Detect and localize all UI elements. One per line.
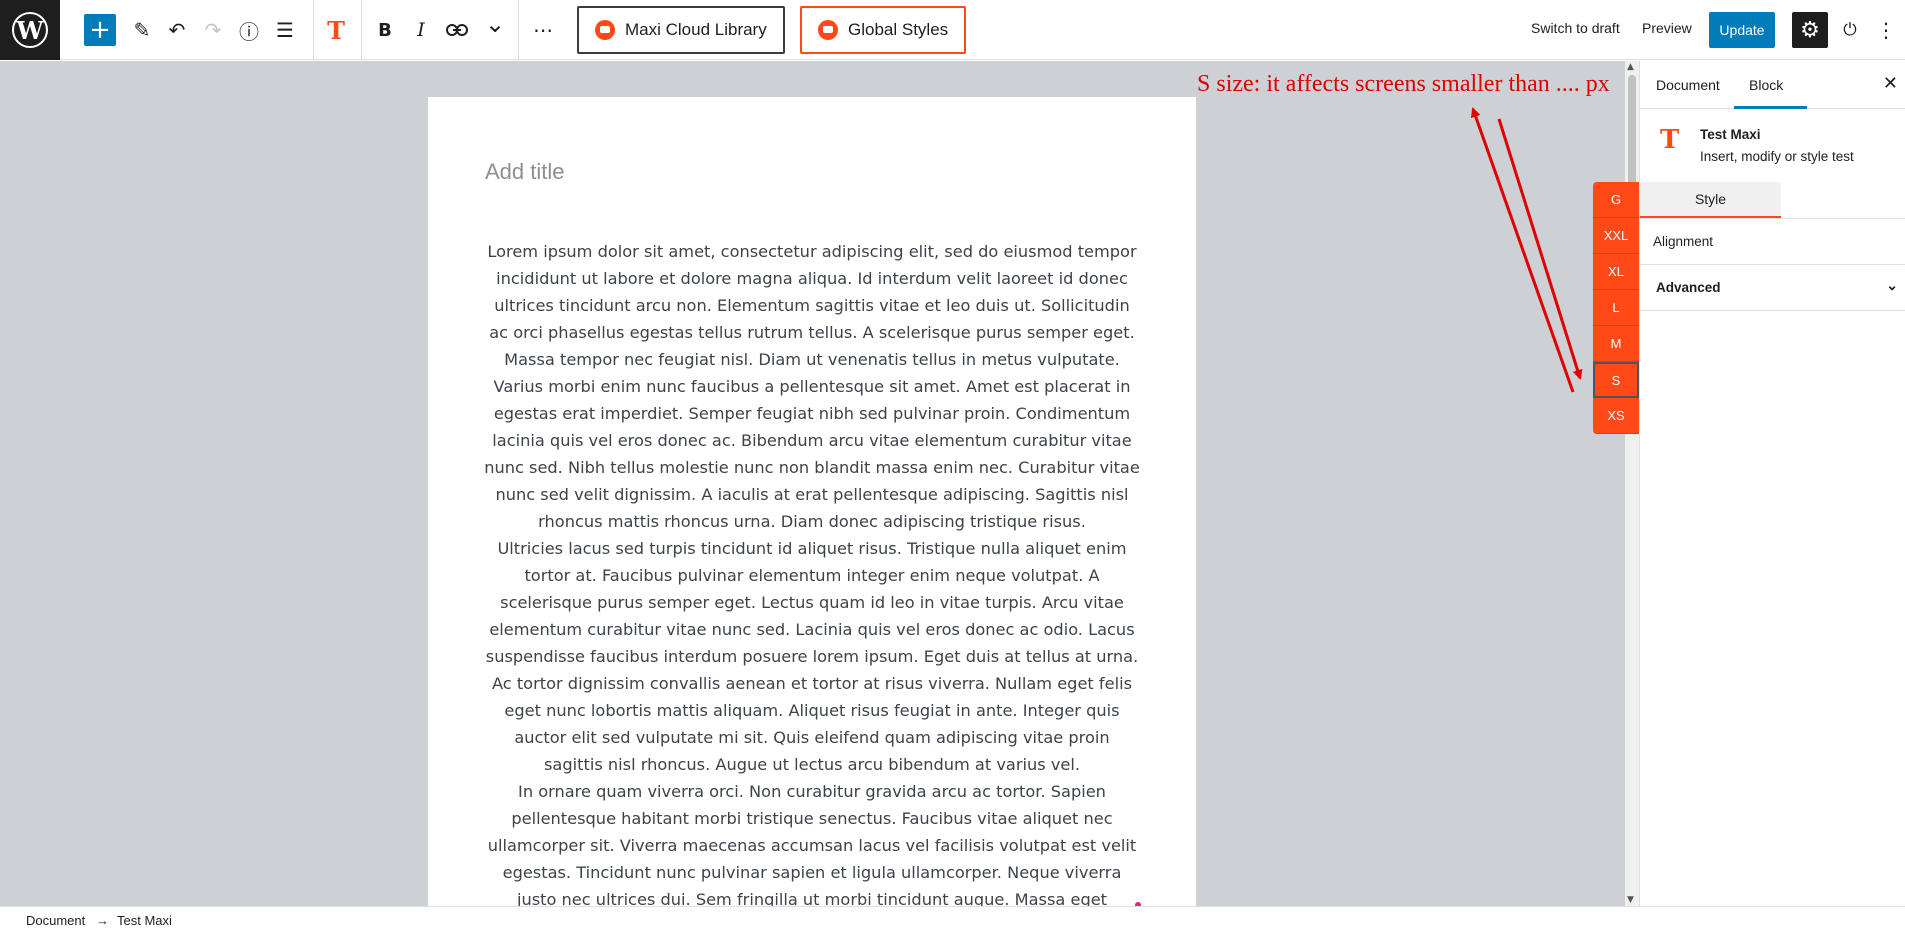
annotation-text: S size: it affects screens smaller than … [1197, 71, 1610, 97]
kebab-menu-icon[interactable]: ⋮ [1868, 12, 1904, 48]
toolbar-divider [313, 0, 314, 60]
tab-document[interactable]: Document [1656, 77, 1720, 93]
breadcrumb-separator: → [96, 913, 109, 928]
tab-style[interactable]: Style [1640, 182, 1781, 218]
breakpoint-tab-g[interactable]: G [1593, 182, 1639, 218]
maxi-cloud-library-label: Maxi Cloud Library [625, 20, 767, 39]
close-icon[interactable]: ✕ [1883, 73, 1898, 94]
scroll-up-arrow-icon[interactable]: ▲ [1627, 62, 1634, 72]
settings-gear-icon[interactable]: ⚙ [1792, 12, 1828, 48]
maxi-text-block-icon: T [1660, 125, 1680, 155]
advanced-label: Advanced [1656, 280, 1721, 295]
breakpoint-tab-l[interactable]: L [1593, 290, 1639, 326]
tools-edit-icon[interactable]: ✎ [124, 12, 160, 48]
block-description: Insert, modify or style test [1700, 149, 1854, 164]
editor-toolbar: W + ✎ ↶ ↷ ⓘ ☰ T B I ⌄ ⋯ Maxi Cloud Libra… [0, 0, 1905, 60]
paragraph-text: In ornare quam viverra orci. Non curabit… [487, 782, 1137, 906]
wordpress-icon: W [12, 12, 48, 48]
undo-icon[interactable]: ↶ [159, 12, 195, 48]
paragraph-text: Lorem ipsum dolor sit amet, consectetur … [484, 242, 1140, 531]
preview-button[interactable]: Preview [1642, 20, 1692, 36]
post-content-area: Add title Lorem ipsum dolor sit amet, co… [428, 97, 1196, 906]
breadcrumb-block[interactable]: Test Maxi [117, 913, 172, 928]
global-styles-button[interactable]: Global Styles [800, 6, 967, 54]
italic-button[interactable]: I [403, 12, 439, 48]
switch-to-draft-button[interactable]: Switch to draft [1531, 20, 1620, 36]
scroll-down-arrow-icon[interactable]: ▼ [1627, 895, 1634, 905]
maxi-cloud-library-button[interactable]: Maxi Cloud Library [577, 6, 785, 54]
breakpoint-tab-xs[interactable]: XS [1593, 398, 1639, 434]
block-breadcrumb: Document → Test Maxi [0, 906, 1905, 932]
add-block-button[interactable]: + [84, 14, 116, 46]
chevron-down-icon: ⌄ [1886, 277, 1898, 293]
alignment-panel[interactable]: Alignment [1640, 219, 1905, 265]
breakpoint-tab-s[interactable]: S [1593, 362, 1639, 398]
breakpoint-tab-m[interactable]: M [1593, 326, 1639, 362]
maxi-block-icon[interactable]: T [318, 12, 354, 48]
breakpoint-tab-xl[interactable]: XL [1593, 254, 1639, 290]
editor-canvas: Add title Lorem ipsum dolor sit amet, co… [0, 61, 1625, 906]
bold-button[interactable]: B [367, 12, 403, 48]
global-styles-label: Global Styles [848, 20, 949, 39]
sidebar-tabs: Document Block ✕ [1640, 61, 1905, 109]
list-view-icon[interactable]: ☰ [267, 12, 303, 48]
update-button[interactable]: Update [1709, 12, 1775, 48]
breadcrumb-document[interactable]: Document [26, 913, 85, 928]
advanced-panel-toggle[interactable]: Advanced ⌄ [1640, 265, 1905, 311]
text-maxi-block[interactable]: Lorem ipsum dolor sit amet, consectetur … [483, 238, 1141, 906]
tab-block-active-indicator [1734, 106, 1807, 109]
plugin-icon[interactable]: ⏻ [1832, 12, 1868, 48]
toolbar-divider [518, 0, 519, 60]
breakpoint-tab-xxl[interactable]: XXL [1593, 218, 1639, 254]
post-title-input[interactable]: Add title [485, 159, 565, 185]
toolbar-divider [361, 0, 362, 60]
link-icon-svg [446, 24, 468, 36]
maxi-logo-icon [818, 20, 838, 40]
maxi-logo-icon [595, 20, 615, 40]
block-name: Test Maxi [1700, 127, 1761, 142]
responsive-breakpoint-tabs: G XXL XL L M S XS [1593, 182, 1639, 434]
paragraph-text: Ultricies lacus sed turpis tincidunt id … [485, 539, 1139, 774]
redo-icon[interactable]: ↷ [195, 12, 231, 48]
wordpress-logo-button[interactable]: W [0, 0, 60, 60]
link-icon[interactable] [439, 12, 475, 48]
more-formatting-chevron-icon[interactable]: ⌄ [477, 6, 513, 42]
info-icon[interactable]: ⓘ [231, 12, 267, 48]
tab-block[interactable]: Block [1749, 77, 1783, 93]
more-options-icon[interactable]: ⋯ [525, 12, 561, 48]
settings-sidebar: Document Block ✕ T Test Maxi Insert, mod… [1639, 61, 1905, 906]
